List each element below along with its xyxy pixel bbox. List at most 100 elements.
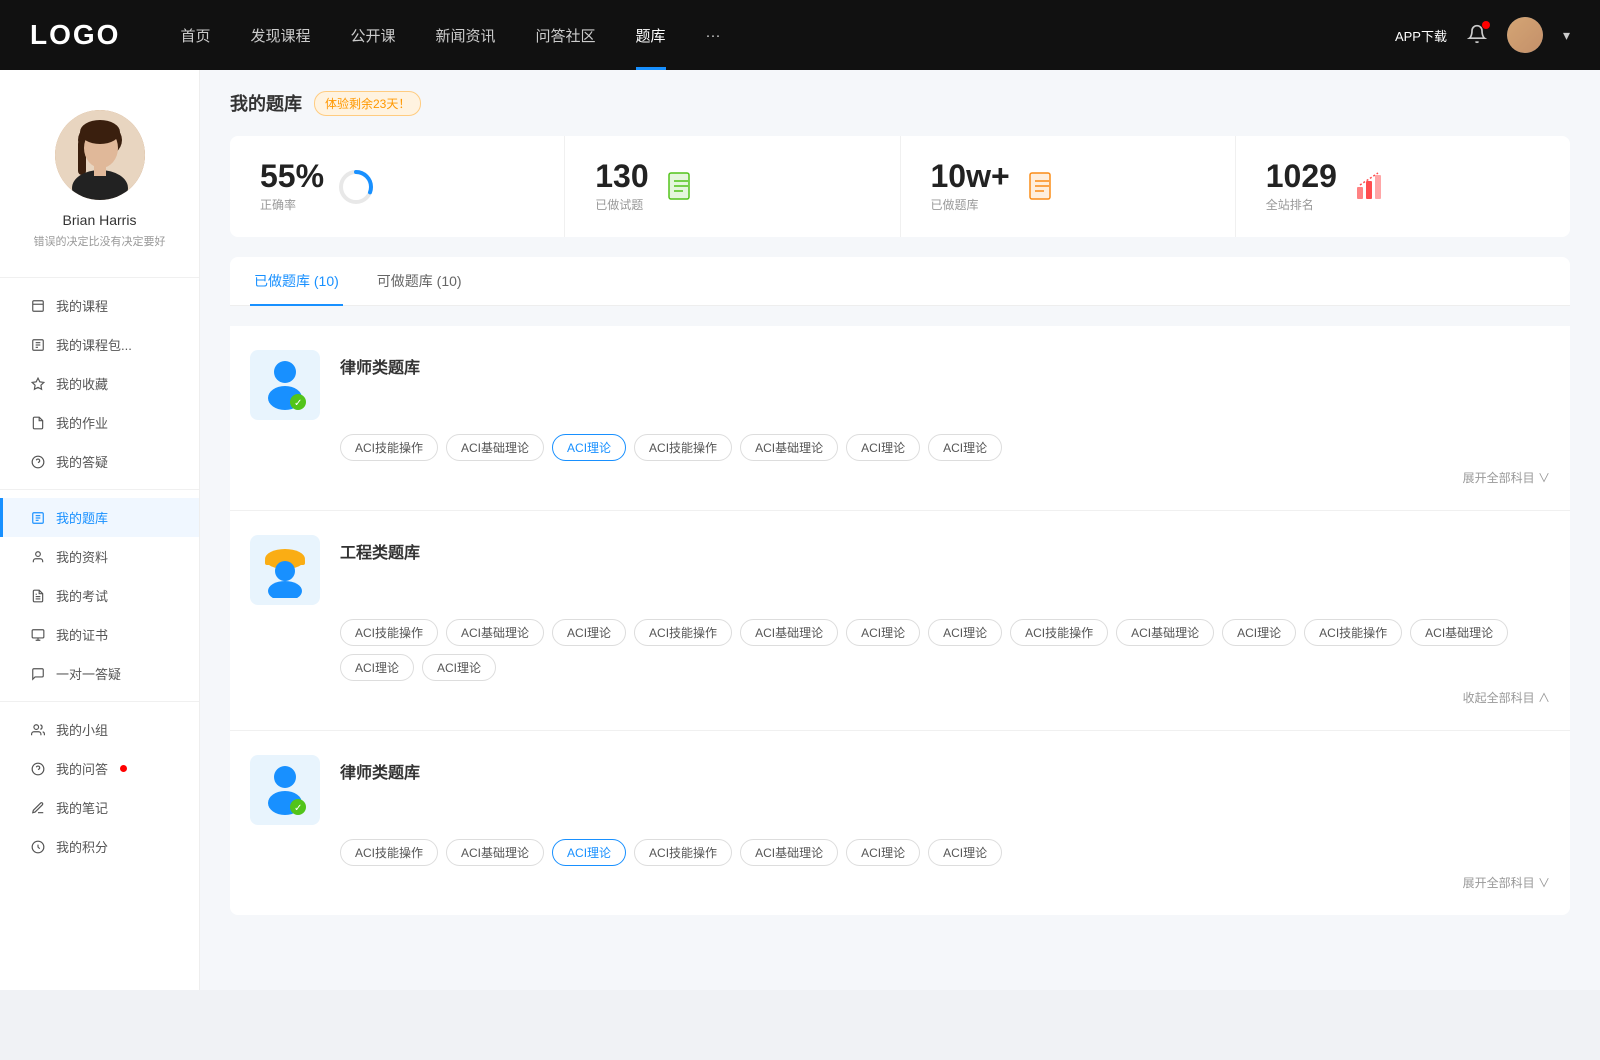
sidebar-item-questions[interactable]: 我的答疑	[0, 442, 199, 481]
sidebar-item-coursepack[interactable]: 我的课程包...	[0, 325, 199, 364]
qbank-title-3: 律师类题库	[340, 755, 420, 783]
sidebar-item-label: 我的作业	[56, 413, 108, 432]
collapse-button-2[interactable]: 收起全部科目 ∧	[250, 681, 1550, 706]
tabs-section: 已做题库 (10) 可做题库 (10)	[230, 257, 1570, 915]
qbank-icon	[30, 510, 46, 526]
sidebar-item-label: 我的问答	[56, 759, 108, 778]
nav-item-qa[interactable]: 问答社区	[536, 25, 596, 46]
nav-item-news[interactable]: 新闻资讯	[436, 25, 496, 46]
rank-label: 全站排名	[1266, 196, 1337, 213]
sidebar-item-group[interactable]: 我的小组	[0, 710, 199, 749]
tag[interactable]: ACI技能操作	[340, 839, 438, 866]
tag[interactable]: ACI理论	[846, 434, 920, 461]
page-title: 我的题库	[230, 90, 302, 116]
tab-done[interactable]: 已做题库 (10)	[250, 257, 343, 305]
qa-notification-dot	[120, 765, 127, 772]
tag[interactable]: ACI理论	[422, 654, 496, 681]
sidebar-item-courses[interactable]: 我的课程	[0, 286, 199, 325]
tag[interactable]: ACI基础理论	[446, 619, 544, 646]
tag[interactable]: ACI技能操作	[634, 434, 732, 461]
sidebar-item-notes[interactable]: 我的笔记	[0, 788, 199, 827]
tag[interactable]: ACI理论	[552, 619, 626, 646]
user-dropdown-icon[interactable]: ▾	[1563, 27, 1570, 44]
logo[interactable]: LOGO	[30, 19, 120, 51]
qbank-engineer-icon	[250, 535, 320, 605]
trial-badge: 体验剩余23天！	[314, 91, 421, 116]
tutoring-icon	[30, 666, 46, 682]
group-icon	[30, 722, 46, 738]
accuracy-icon-wrap	[336, 167, 376, 207]
user-avatar[interactable]	[1507, 17, 1543, 53]
tag[interactable]: ACI理论	[846, 839, 920, 866]
tag[interactable]: ACI理论	[846, 619, 920, 646]
notes-icon	[30, 800, 46, 816]
sidebar-item-exam[interactable]: 我的考试	[0, 576, 199, 615]
tag[interactable]: ACI技能操作	[340, 619, 438, 646]
tag[interactable]: ACI基础理论	[446, 839, 544, 866]
page-header: 我的题库 体验剩余23天！	[230, 90, 1570, 116]
sidebar-avatar	[55, 110, 145, 200]
sidebar-item-qbank[interactable]: 我的题库	[0, 498, 199, 537]
tag[interactable]: ACI理论	[340, 654, 414, 681]
banks-done-value: 10w+	[931, 160, 1010, 192]
tag[interactable]: ACI基础理论	[1116, 619, 1214, 646]
banks-done-label: 已做题库	[931, 196, 1010, 213]
sidebar-username: Brian Harris	[63, 212, 137, 228]
tag[interactable]: ACI理论	[928, 434, 1002, 461]
sidebar-divider-3	[0, 701, 199, 702]
qbank-lawyer-icon-2: ✓	[250, 755, 320, 825]
tag-active[interactable]: ACI理论	[552, 434, 626, 461]
qbank-tags-1: ACI技能操作 ACI基础理论 ACI理论 ACI技能操作 ACI基础理论 AC…	[250, 434, 1550, 461]
courses-icon	[30, 298, 46, 314]
navbar: LOGO 首页 发现课程 公开课 新闻资讯 问答社区 题库 ··· APP下载 …	[0, 0, 1600, 70]
questions-done-value: 130	[595, 160, 648, 192]
tag-active[interactable]: ACI理论	[552, 839, 626, 866]
stat-banks-done: 10w+ 已做题库	[901, 136, 1236, 237]
tag[interactable]: ACI理论	[928, 619, 1002, 646]
coursepack-icon	[30, 337, 46, 353]
accuracy-label: 正确率	[260, 196, 324, 213]
qbank-item-lawyer-1: ✓ 律师类题库 ACI技能操作 ACI基础理论 ACI理论 ACI技能操作 AC…	[230, 326, 1570, 511]
tag[interactable]: ACI基础理论	[446, 434, 544, 461]
tag[interactable]: ACI理论	[928, 839, 1002, 866]
sidebar-motto: 错误的决定比没有决定要好	[24, 233, 176, 249]
sidebar-item-profile[interactable]: 我的资料	[0, 537, 199, 576]
tag[interactable]: ACI基础理论	[740, 619, 838, 646]
nav-item-qbank[interactable]: 题库	[636, 25, 666, 46]
app-download-button[interactable]: APP下载	[1395, 26, 1447, 45]
sidebar-item-tutoring[interactable]: 一对一答疑	[0, 654, 199, 693]
tag[interactable]: ACI基础理论	[740, 434, 838, 461]
tag[interactable]: ACI技能操作	[1010, 619, 1108, 646]
expand-button-1[interactable]: 展开全部科目 ∨	[250, 461, 1550, 486]
sidebar-item-myqa[interactable]: 我的问答	[0, 749, 199, 788]
accuracy-text: 55% 正确率	[260, 160, 324, 213]
qbank-tags-3: ACI技能操作 ACI基础理论 ACI理论 ACI技能操作 ACI基础理论 AC…	[250, 839, 1550, 866]
tag[interactable]: ACI理论	[1222, 619, 1296, 646]
nav-item-home[interactable]: 首页	[180, 25, 210, 46]
sidebar-item-favorites[interactable]: 我的收藏	[0, 364, 199, 403]
sidebar-item-cert[interactable]: 我的证书	[0, 615, 199, 654]
tag[interactable]: ACI技能操作	[340, 434, 438, 461]
tag[interactable]: ACI技能操作	[1304, 619, 1402, 646]
nav-item-discover[interactable]: 发现课程	[250, 25, 310, 46]
tag[interactable]: ACI技能操作	[634, 619, 732, 646]
notification-bell[interactable]	[1467, 24, 1487, 47]
sidebar-item-homework[interactable]: 我的作业	[0, 403, 199, 442]
tab-available[interactable]: 可做题库 (10)	[373, 257, 466, 305]
sidebar-item-label: 我的证书	[56, 625, 108, 644]
tag[interactable]: ACI技能操作	[634, 839, 732, 866]
tag[interactable]: ACI基础理论	[740, 839, 838, 866]
sidebar-item-label: 我的收藏	[56, 374, 108, 393]
nav-item-more[interactable]: ···	[706, 27, 721, 44]
stat-accuracy: 55% 正确率	[230, 136, 565, 237]
myqa-icon	[30, 761, 46, 777]
expand-button-3[interactable]: 展开全部科目 ∨	[250, 866, 1550, 891]
sidebar-item-points[interactable]: 我的积分	[0, 827, 199, 866]
sidebar-item-label: 一对一答疑	[56, 664, 121, 683]
sidebar-divider-1	[0, 277, 199, 278]
sidebar-item-label: 我的课程包...	[56, 335, 132, 354]
questions-icon	[30, 454, 46, 470]
tag[interactable]: ACI基础理论	[1410, 619, 1508, 646]
questions-done-label: 已做试题	[595, 196, 648, 213]
nav-item-open-course[interactable]: 公开课	[350, 25, 395, 46]
